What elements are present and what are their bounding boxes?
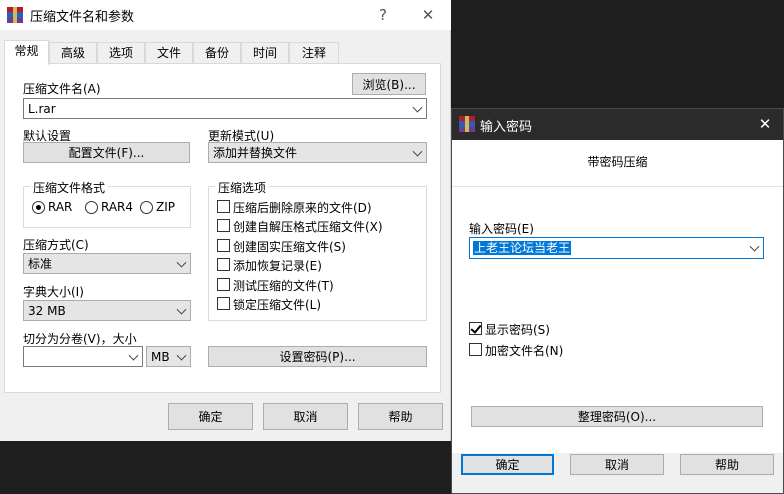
password-cancel-button[interactable]: 取消 xyxy=(570,454,664,475)
split-unit-select[interactable]: MB xyxy=(146,346,191,367)
test-files-checkbox[interactable] xyxy=(217,278,230,291)
enter-password-label: 输入密码(E) xyxy=(469,222,534,236)
update-mode-value: 添加并替换文件 xyxy=(213,146,298,160)
recovery-record-label: 添加恢复记录(E) xyxy=(233,259,322,273)
tab-general[interactable]: 常规 xyxy=(4,40,49,65)
archive-name-combo[interactable]: L.rar xyxy=(23,98,427,119)
tab-advanced[interactable]: 高级 xyxy=(49,42,97,64)
compression-method-select[interactable]: 标准 xyxy=(23,253,191,274)
encrypt-file-names-label: 加密文件名(N) xyxy=(485,344,564,358)
help-icon[interactable]: ? xyxy=(365,0,401,30)
close-icon[interactable]: ✕ xyxy=(747,109,783,139)
tab-options[interactable]: 选项 xyxy=(97,42,145,64)
test-files-label: 测试压缩的文件(T) xyxy=(233,279,334,293)
password-heading: 带密码压缩 xyxy=(587,155,648,169)
profiles-button[interactable]: 配置文件(F)... xyxy=(23,142,190,163)
dictionary-size-select[interactable]: 32 MB xyxy=(23,300,191,321)
split-volumes-label: 切分为分卷(V)，大小 xyxy=(23,332,137,346)
delete-after-checkbox[interactable] xyxy=(217,200,230,213)
enter-password-dialog: 输入密码 ✕ 带密码压缩 输入密码(E) 上老王论坛当老王 显示密码(S) 加密… xyxy=(451,108,784,494)
compression-method-value: 标准 xyxy=(28,257,53,271)
split-unit-value: MB xyxy=(151,349,170,364)
solid-label: 创建固实压缩文件(S) xyxy=(233,240,346,254)
format-rar-label: RAR xyxy=(48,200,73,214)
solid-checkbox[interactable] xyxy=(217,239,230,252)
chevron-down-icon xyxy=(176,257,187,268)
tab-time[interactable]: 时间 xyxy=(241,42,289,64)
help-button[interactable]: 帮助 xyxy=(358,403,443,430)
heading-divider xyxy=(452,186,783,187)
chevron-down-icon xyxy=(412,146,423,157)
chevron-down-icon xyxy=(176,350,187,361)
password-window-title: 输入密码 xyxy=(480,120,533,135)
password-title-bar: 输入密码 ✕ xyxy=(452,109,783,140)
ok-button[interactable]: 确定 xyxy=(168,403,253,430)
archive-name-value: L.rar xyxy=(28,101,56,116)
format-rar4-radio[interactable] xyxy=(85,201,98,214)
format-rar4-label: RAR4 xyxy=(101,200,134,214)
password-value: 上老王论坛当老王 xyxy=(473,241,572,255)
window-title: 压缩文件名和参数 xyxy=(30,10,135,25)
recovery-record-checkbox[interactable] xyxy=(217,258,230,271)
winrar-app-icon xyxy=(7,7,23,23)
password-dialog-body: 带密码压缩 输入密码(E) 上老王论坛当老王 显示密码(S) 加密文件名(N) … xyxy=(452,140,783,453)
password-help-button[interactable]: 帮助 xyxy=(680,454,774,475)
format-zip-label: ZIP xyxy=(156,200,175,214)
archive-format-title: 压缩文件格式 xyxy=(30,179,109,196)
tab-comment[interactable]: 注释 xyxy=(289,42,339,64)
update-mode-select[interactable]: 添加并替换文件 xyxy=(208,142,427,163)
password-input[interactable]: 上老王论坛当老王 xyxy=(469,237,764,259)
format-zip-radio[interactable] xyxy=(140,201,153,214)
split-volume-size-combo[interactable] xyxy=(23,346,143,367)
show-password-label: 显示密码(S) xyxy=(485,323,550,337)
sfx-checkbox[interactable] xyxy=(217,219,230,232)
winrar-app-icon xyxy=(459,116,475,132)
browse-button[interactable]: 浏览(B)... xyxy=(352,73,426,95)
archive-name-parameters-dialog: 压缩文件名和参数 ? ✕ 常规 高级 选项 文件 备份 时间 注释 压缩文件名(… xyxy=(0,0,451,441)
set-password-button[interactable]: 设置密码(P)... xyxy=(208,346,427,367)
tab-files[interactable]: 文件 xyxy=(145,42,193,64)
format-rar-radio[interactable] xyxy=(32,201,45,214)
password-ok-button[interactable]: 确定 xyxy=(461,454,554,475)
encrypt-file-names-checkbox[interactable] xyxy=(469,343,482,356)
lock-archive-checkbox[interactable] xyxy=(217,297,230,310)
delete-after-label: 压缩后删除原来的文件(D) xyxy=(233,201,372,215)
archive-options-title: 压缩选项 xyxy=(215,179,270,196)
show-password-checkbox[interactable] xyxy=(469,322,482,335)
sfx-label: 创建自解压格式压缩文件(X) xyxy=(233,220,383,234)
dictionary-size-label: 字典大小(I) xyxy=(23,285,84,299)
lock-archive-label: 锁定压缩文件(L) xyxy=(233,298,322,312)
tab-backup[interactable]: 备份 xyxy=(193,42,241,64)
chevron-down-icon xyxy=(749,241,760,252)
cancel-button[interactable]: 取消 xyxy=(263,403,348,430)
compression-method-label: 压缩方式(C) xyxy=(23,238,89,252)
archive-name-label: 压缩文件名(A) xyxy=(23,82,101,96)
chevron-down-icon xyxy=(176,304,187,315)
chevron-down-icon xyxy=(128,350,139,361)
close-icon[interactable]: ✕ xyxy=(410,0,446,30)
dictionary-size-value: 32 MB xyxy=(28,303,66,318)
organize-passwords-button[interactable]: 整理密码(O)... xyxy=(471,406,763,427)
title-bar: 压缩文件名和参数 ? ✕ xyxy=(0,0,451,30)
chevron-down-icon xyxy=(412,102,423,113)
